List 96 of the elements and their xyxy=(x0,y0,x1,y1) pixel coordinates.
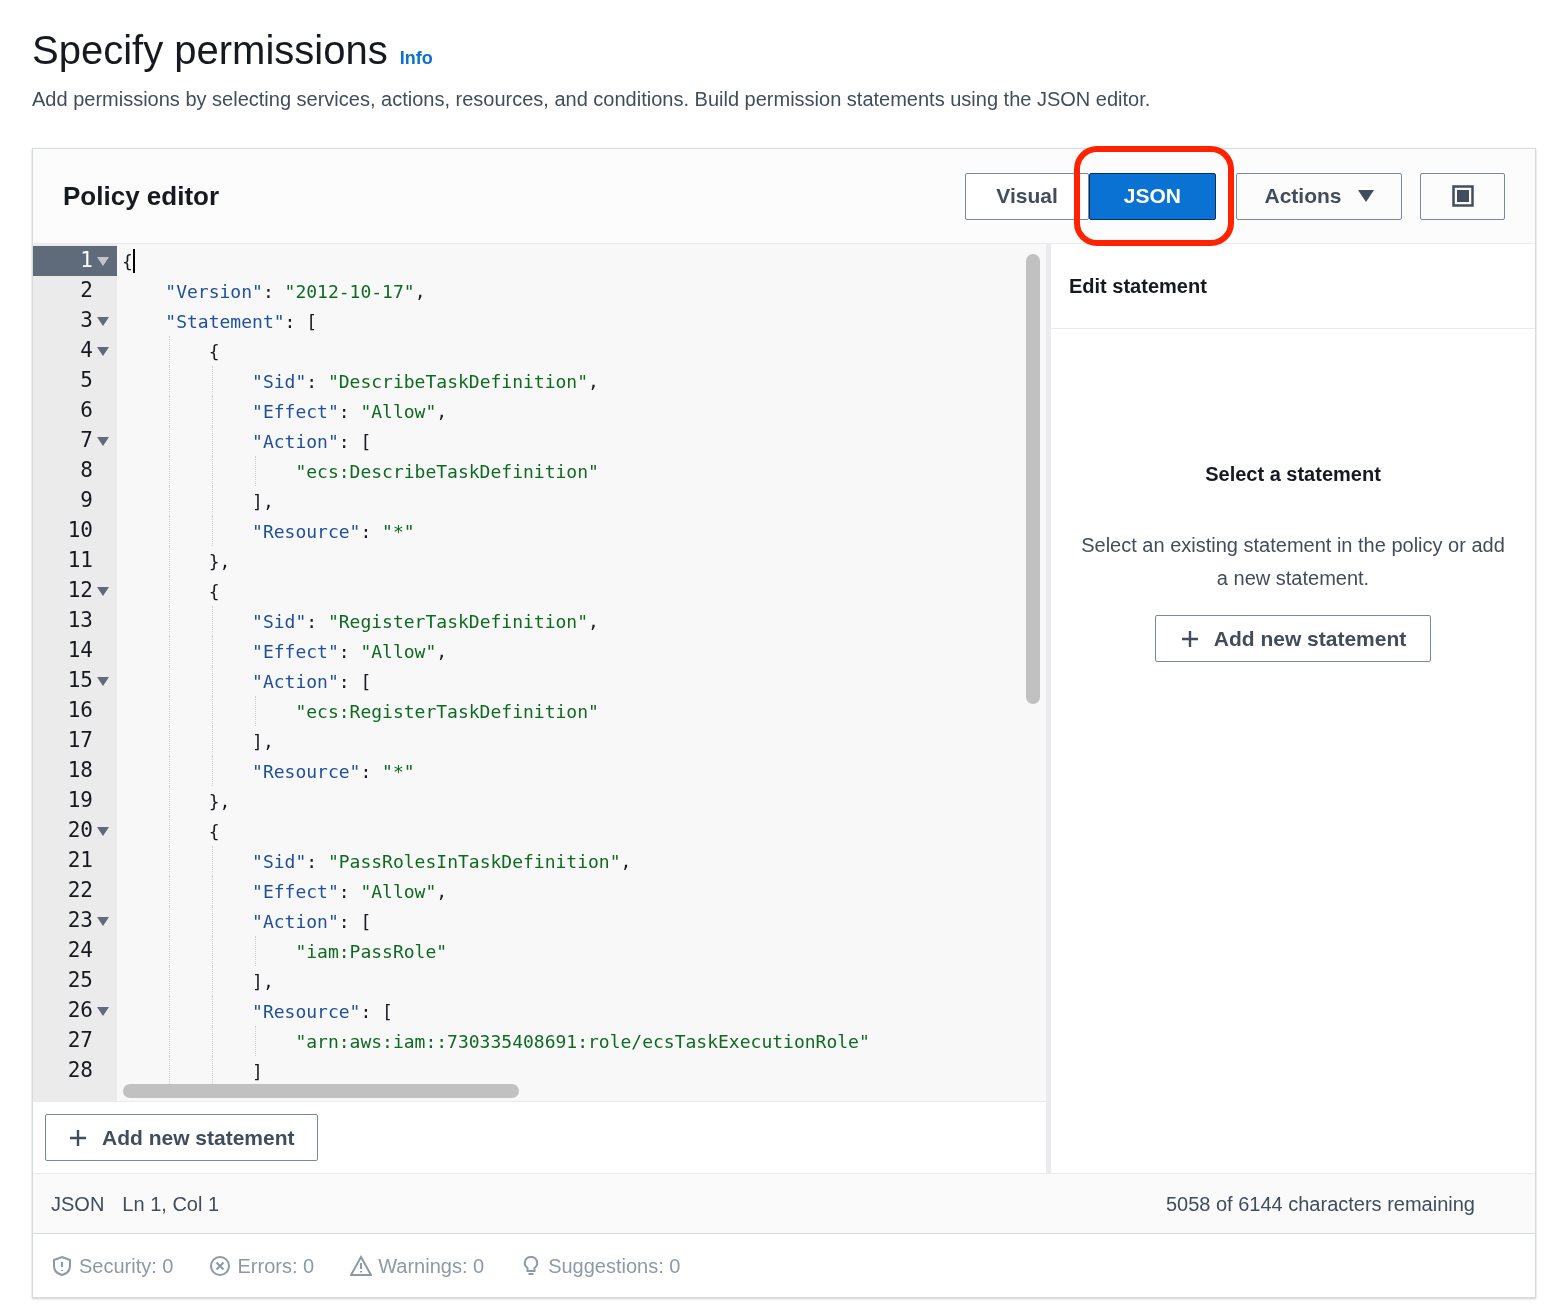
line-number: 16 xyxy=(67,697,93,725)
finding-tab[interactable]: Errors: 0 xyxy=(209,1250,315,1281)
line-number: 7 xyxy=(80,427,93,455)
code-line: "Action": [ xyxy=(251,669,372,694)
finding-tab[interactable]: Security: 0 xyxy=(51,1250,174,1281)
line-number: 21 xyxy=(67,847,93,875)
line-number: 28 xyxy=(67,1057,93,1085)
code-line: { xyxy=(207,339,220,364)
line-number: 13 xyxy=(67,607,93,635)
caret-icon xyxy=(1357,190,1374,202)
code-line: ], xyxy=(251,489,274,514)
line-number: 12 xyxy=(67,577,93,605)
code-line: "ecs:RegisterTaskDefinition" xyxy=(294,699,599,724)
code-line: "iam:PassRole" xyxy=(294,939,448,964)
vertical-scrollbar[interactable] xyxy=(1026,254,1040,704)
line-number: 18 xyxy=(67,757,93,785)
mode-tab[interactable]: JSON xyxy=(1088,172,1216,220)
fold-caret-icon[interactable] xyxy=(97,676,109,686)
code-line: ], xyxy=(251,729,274,754)
actions-dropdown[interactable]: Actions xyxy=(1236,172,1402,220)
code-line: "Effect": "Allow", xyxy=(251,879,448,904)
code-line: "Statement": [ xyxy=(164,309,318,334)
plus-icon xyxy=(1179,628,1200,649)
add-statement-button[interactable]: Add new statement xyxy=(45,1114,318,1161)
code-line: }, xyxy=(207,549,231,574)
code-line: "Effect": "Allow", xyxy=(251,399,448,424)
code-line: ] xyxy=(251,1059,263,1084)
page-description: Add permissions by selecting services, actions, resources, and conditions. Build permission statements using the JSON editor. xyxy=(32,87,1152,112)
code-line: "Resource": "*" xyxy=(251,519,415,544)
info-link[interactable]: Info xyxy=(399,45,433,72)
fold-caret-icon[interactable] xyxy=(97,826,109,836)
line-number: 9 xyxy=(80,487,93,515)
fold-caret-icon[interactable] xyxy=(97,586,109,596)
warning-icon xyxy=(350,1254,373,1277)
line-number: 20 xyxy=(67,817,93,845)
code-line: "Effect": "Allow", xyxy=(251,639,448,664)
code-line: { xyxy=(207,579,220,604)
line-number: 11 xyxy=(67,547,93,575)
line-number: 14 xyxy=(67,637,93,665)
fullscreen-button[interactable] xyxy=(1420,172,1505,220)
finding-tab[interactable]: Suggestions: 0 xyxy=(520,1250,681,1281)
fold-caret-icon[interactable] xyxy=(97,346,109,356)
line-number: 27 xyxy=(67,1027,93,1055)
line-number: 10 xyxy=(67,517,93,545)
code-line: { xyxy=(122,249,133,274)
code-editor[interactable] xyxy=(33,244,1046,1101)
side-panel-title: Edit statement xyxy=(1069,274,1207,299)
fold-caret-icon[interactable] xyxy=(97,1006,109,1016)
code-line: "ecs:DescribeTaskDefinition" xyxy=(294,459,599,484)
code-line: { xyxy=(207,819,220,844)
add-statement-button[interactable]: Add new statement xyxy=(1154,615,1432,662)
empty-state-text: Select an existing statement in the policy or add a new statement. xyxy=(1080,533,1506,591)
code-line: "Sid": "PassRolesInTaskDefinition", xyxy=(251,849,632,874)
characters-remaining: 5058 of 6144 characters remaining xyxy=(1165,1191,1475,1217)
language-label: JSON xyxy=(51,1191,105,1217)
code-line: "Sid": "RegisterTaskDefinition", xyxy=(251,609,599,634)
code-line: "Version": "2012-10-17", xyxy=(164,279,426,304)
line-number: 5 xyxy=(80,367,93,395)
line-number: 25 xyxy=(67,967,93,995)
plus-icon xyxy=(68,1127,88,1148)
cursor-position: Ln 1, Col 1 xyxy=(122,1191,220,1217)
line-number: 17 xyxy=(67,727,93,755)
line-number: 19 xyxy=(67,787,93,815)
error-icon xyxy=(209,1254,232,1277)
line-number: 8 xyxy=(80,457,93,485)
code-line: "Resource": [ xyxy=(251,999,393,1024)
code-line: "Action": [ xyxy=(251,429,372,454)
line-number: 26 xyxy=(67,997,93,1025)
line-number: 15 xyxy=(67,667,93,695)
line-number: 22 xyxy=(67,877,93,905)
mode-tab[interactable]: Visual xyxy=(965,172,1089,220)
fold-caret-icon[interactable] xyxy=(97,256,109,266)
panel-title: Policy editor xyxy=(63,179,220,213)
code-line: ], xyxy=(251,969,274,994)
code-line: "Resource": "*" xyxy=(251,759,415,784)
square-icon xyxy=(1451,185,1474,207)
code-line: "Action": [ xyxy=(251,909,372,934)
fold-caret-icon[interactable] xyxy=(97,316,109,326)
line-number: 1 xyxy=(80,247,93,275)
page-title: Specify permissions xyxy=(32,27,388,74)
code-line: "arn:aws:iam::730335408691:role/ecsTaskExecutionRole" xyxy=(294,1029,870,1054)
finding-tab[interactable]: Warnings: 0 xyxy=(350,1250,485,1281)
text-cursor xyxy=(132,249,135,273)
code-line: }, xyxy=(207,789,231,814)
line-number: 24 xyxy=(67,937,93,965)
shield-icon xyxy=(51,1254,73,1277)
line-number: 3 xyxy=(80,307,93,335)
line-number: 4 xyxy=(80,337,93,365)
line-number: 6 xyxy=(80,397,93,425)
line-number: 2 xyxy=(80,277,93,305)
horizontal-scrollbar[interactable] xyxy=(123,1084,519,1098)
code-line: "Sid": "DescribeTaskDefinition", xyxy=(251,369,599,394)
fold-caret-icon[interactable] xyxy=(97,436,109,446)
fold-caret-icon[interactable] xyxy=(97,916,109,926)
empty-state-title: Select a statement xyxy=(1205,462,1381,487)
line-number: 23 xyxy=(67,907,93,935)
